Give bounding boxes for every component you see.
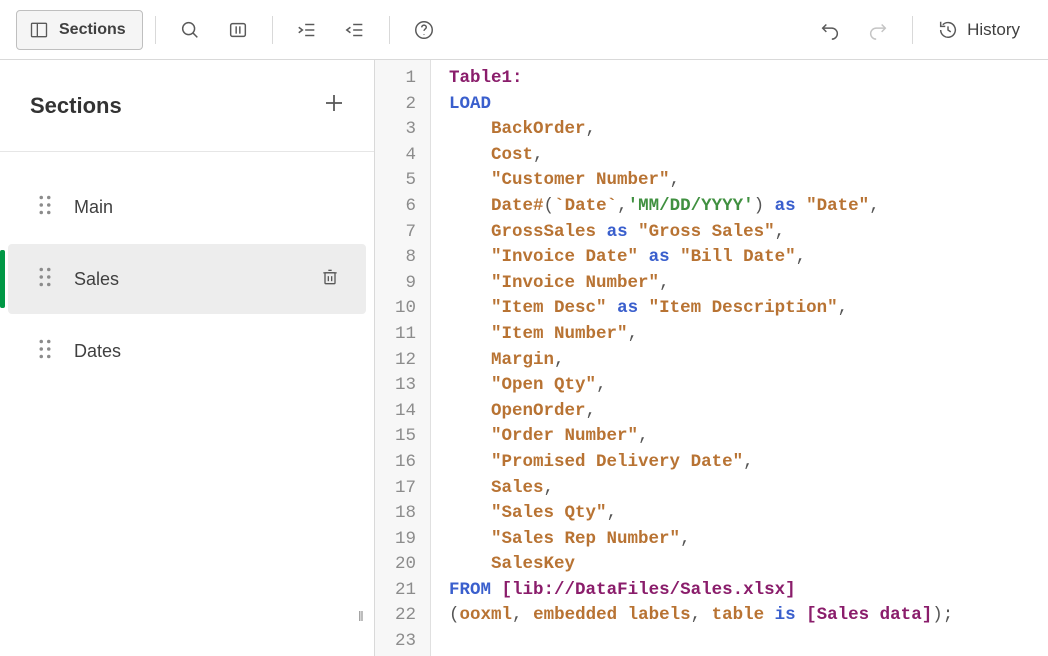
code-area[interactable]: Table1:LOAD BackOrder, Cost, "Customer N… xyxy=(431,60,953,656)
code-line[interactable]: "Order Number", xyxy=(449,424,953,450)
code-line[interactable]: "Item Number", xyxy=(449,322,953,348)
line-number: 11 xyxy=(395,322,416,348)
code-line[interactable]: FROM [lib://DataFiles/Sales.xlsx] xyxy=(449,578,953,604)
line-number: 21 xyxy=(395,578,416,604)
undo-icon xyxy=(819,19,841,41)
sections-list: Main Sales Dates xyxy=(0,152,374,388)
code-line[interactable]: "Sales Qty", xyxy=(449,501,953,527)
line-number: 23 xyxy=(395,629,416,655)
drag-handle-icon[interactable] xyxy=(38,195,52,220)
line-number: 2 xyxy=(395,92,416,118)
outdent-button[interactable] xyxy=(333,10,377,50)
line-gutter: 1234567891011121314151617181920212223 xyxy=(375,60,431,656)
separator xyxy=(389,16,390,44)
sections-title: Sections xyxy=(30,93,122,119)
code-line[interactable]: LOAD xyxy=(449,92,953,118)
code-line[interactable]: "Customer Number", xyxy=(449,168,953,194)
history-icon xyxy=(937,19,959,41)
search-icon xyxy=(179,19,201,41)
sections-header: Sections xyxy=(0,60,374,152)
add-section-button[interactable] xyxy=(322,91,346,120)
code-line[interactable]: Table1: xyxy=(449,66,953,92)
code-line[interactable]: SalesKey xyxy=(449,552,953,578)
section-item-dates[interactable]: Dates xyxy=(8,316,366,386)
drag-handle-icon[interactable] xyxy=(38,339,52,364)
drag-handle-icon[interactable] xyxy=(38,267,52,292)
code-line[interactable]: OpenOrder, xyxy=(449,399,953,425)
code-line[interactable]: "Invoice Number", xyxy=(449,271,953,297)
search-button[interactable] xyxy=(168,10,212,50)
plus-icon xyxy=(322,91,346,115)
splitter-handle[interactable]: ǁ xyxy=(358,608,364,624)
line-number: 13 xyxy=(395,373,416,399)
comment-icon xyxy=(227,19,249,41)
separator xyxy=(272,16,273,44)
history-label: History xyxy=(967,20,1020,40)
undo-button[interactable] xyxy=(808,10,852,50)
section-item-label: Main xyxy=(74,197,113,218)
code-line[interactable]: "Invoice Date" as "Bill Date", xyxy=(449,245,953,271)
redo-button[interactable] xyxy=(856,10,900,50)
code-line[interactable]: Sales, xyxy=(449,476,953,502)
line-number: 3 xyxy=(395,117,416,143)
section-item-label: Sales xyxy=(74,269,119,290)
indent-button[interactable] xyxy=(285,10,329,50)
section-item-main[interactable]: Main xyxy=(8,172,366,242)
code-line[interactable]: Cost, xyxy=(449,143,953,169)
code-line[interactable] xyxy=(449,629,953,655)
line-number: 15 xyxy=(395,424,416,450)
separator xyxy=(912,16,913,44)
indent-icon xyxy=(296,19,318,41)
line-number: 9 xyxy=(395,271,416,297)
code-line[interactable]: GrossSales as "Gross Sales", xyxy=(449,220,953,246)
line-number: 6 xyxy=(395,194,416,220)
comment-toggle-button[interactable] xyxy=(216,10,260,50)
line-number: 22 xyxy=(395,603,416,629)
code-line[interactable]: "Sales Rep Number", xyxy=(449,527,953,553)
code-line[interactable]: Margin, xyxy=(449,348,953,374)
line-number: 12 xyxy=(395,348,416,374)
sections-toggle-label: Sections xyxy=(59,21,126,39)
line-number: 17 xyxy=(395,476,416,502)
section-item-sales[interactable]: Sales xyxy=(8,244,366,314)
line-number: 1 xyxy=(395,66,416,92)
delete-section-button[interactable] xyxy=(320,266,340,293)
section-item-label: Dates xyxy=(74,341,121,362)
code-editor[interactable]: 1234567891011121314151617181920212223 Ta… xyxy=(375,60,1048,656)
code-line[interactable]: "Open Qty", xyxy=(449,373,953,399)
outdent-icon xyxy=(344,19,366,41)
line-number: 14 xyxy=(395,399,416,425)
help-button[interactable] xyxy=(402,10,446,50)
code-line[interactable]: "Item Desc" as "Item Description", xyxy=(449,296,953,322)
history-button[interactable]: History xyxy=(925,10,1032,50)
code-line[interactable]: BackOrder, xyxy=(449,117,953,143)
toolbar: Sections History xyxy=(0,0,1048,60)
separator xyxy=(155,16,156,44)
panel-icon xyxy=(29,20,49,40)
sections-sidebar: Sections Main Sales Dates xyxy=(0,60,375,656)
sections-toggle-button[interactable]: Sections xyxy=(16,10,143,50)
line-number: 7 xyxy=(395,220,416,246)
code-line[interactable]: (ooxml, embedded labels, table is [Sales… xyxy=(449,603,953,629)
line-number: 4 xyxy=(395,143,416,169)
help-icon xyxy=(413,19,435,41)
code-line[interactable]: Date#(`Date`,'MM/DD/YYYY') as "Date", xyxy=(449,194,953,220)
redo-icon xyxy=(867,19,889,41)
line-number: 19 xyxy=(395,527,416,553)
line-number: 16 xyxy=(395,450,416,476)
line-number: 5 xyxy=(395,168,416,194)
line-number: 10 xyxy=(395,296,416,322)
line-number: 8 xyxy=(395,245,416,271)
code-line[interactable]: "Promised Delivery Date", xyxy=(449,450,953,476)
line-number: 20 xyxy=(395,552,416,578)
line-number: 18 xyxy=(395,501,416,527)
